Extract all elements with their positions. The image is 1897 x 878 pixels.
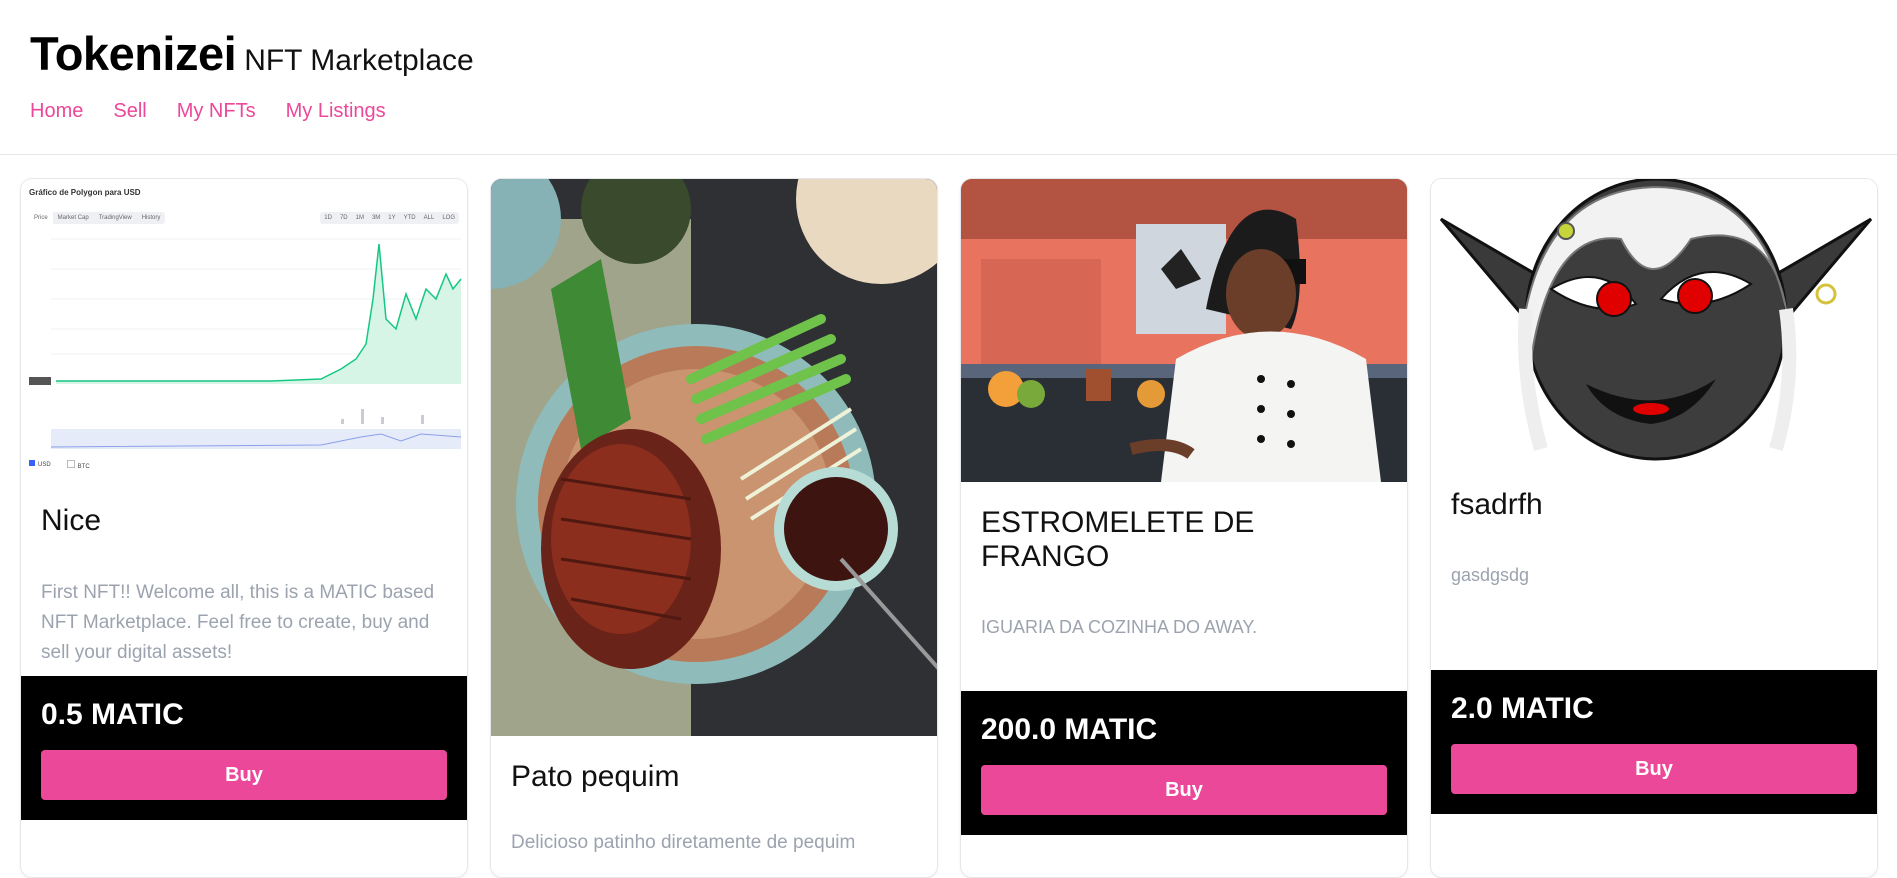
nft-card: Gráfico de Polygon para USD Price Market…: [20, 178, 468, 878]
goblin-image: [1431, 179, 1877, 464]
nft-description: IGUARIA DA COZINHA DO AWAY.: [981, 617, 1258, 637]
nft-title: fsadrfh: [1451, 488, 1543, 521]
nav-home[interactable]: Home: [30, 100, 83, 123]
brand-subtitle: NFT Marketplace: [244, 44, 474, 77]
nav-sell[interactable]: Sell: [113, 100, 146, 123]
buy-button[interactable]: Buy: [41, 750, 447, 800]
main-nav: Home Sell My NFTs My Listings: [30, 100, 386, 123]
buy-button[interactable]: Buy: [981, 765, 1387, 815]
nft-card: ESTROMELETE DE FRANGO IGUARIA DA COZINHA…: [960, 178, 1408, 878]
nav-my-listings[interactable]: My Listings: [286, 100, 386, 123]
nft-grid: Gráfico de Polygon para USD Price Market…: [20, 178, 1878, 878]
nft-description: Delicioso patinho diretamente de pequim: [511, 832, 856, 853]
brand-name: Tokenizei: [30, 27, 237, 80]
nft-description: First NFT!! Welcome all, this is a MATIC…: [41, 582, 435, 663]
nft-title: ESTROMELETE DE FRANGO: [981, 506, 1255, 573]
nft-image: [961, 179, 1407, 482]
price-box: 0.5 MATIC Buy: [21, 676, 467, 820]
nft-description: gasdgsdg: [1451, 565, 1530, 585]
nft-title: Nice: [41, 504, 102, 537]
chart-image-legend: USD BTC: [29, 460, 90, 470]
nav-my-nfts[interactable]: My NFTs: [177, 100, 256, 123]
chef-image: [961, 179, 1407, 482]
price-box: 200.0 MATIC Buy: [961, 691, 1407, 835]
price-box: 2.0 MATIC Buy: [1431, 670, 1877, 814]
peking-duck-image: [491, 179, 937, 736]
buy-button[interactable]: Buy: [1451, 744, 1857, 794]
header: Tokenizei NFT Marketplace Home Sell My NF…: [0, 0, 1897, 155]
nft-title: Pato pequim: [511, 760, 680, 793]
nft-price: 2.0 MATIC: [1451, 692, 1594, 725]
nft-price: 200.0 MATIC: [981, 713, 1158, 746]
nft-card: fsadrfh gasdgsdg 2.0 MATIC Buy: [1430, 178, 1878, 878]
nft-price: 0.5 MATIC: [41, 698, 184, 731]
chart-image-plot: [29, 238, 462, 449]
nft-card: Pato pequim Delicioso patinho diretament…: [490, 178, 938, 878]
brand: Tokenizei NFT Marketplace: [30, 26, 474, 81]
nft-image: [1431, 179, 1877, 464]
legend-usd: USD: [29, 460, 51, 470]
nft-image: [491, 179, 937, 736]
legend-btc: BTC: [66, 460, 90, 470]
nft-image: Gráfico de Polygon para USD Price Market…: [21, 179, 467, 484]
